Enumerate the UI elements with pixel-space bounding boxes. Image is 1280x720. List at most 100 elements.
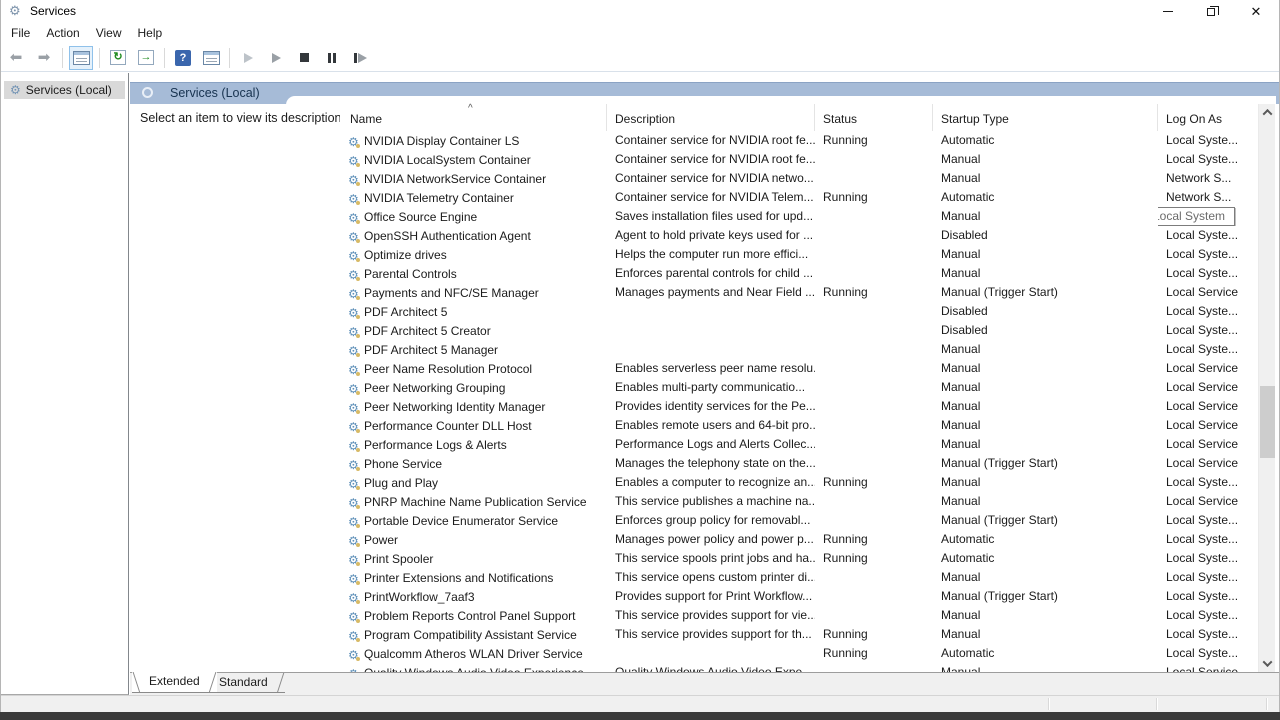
service-description: Enables serverless peer name resolu... bbox=[607, 359, 815, 378]
chevron-up-icon bbox=[1263, 109, 1273, 119]
service-row[interactable]: ⚙ Printer Extensions and Notifications T… bbox=[340, 568, 1258, 587]
service-row[interactable]: ⚙ Payments and NFC/SE Manager Manages pa… bbox=[340, 283, 1258, 302]
service-gear-icon: ⚙ bbox=[348, 307, 359, 319]
service-description: Manages payments and Near Field ... bbox=[607, 283, 815, 302]
service-row[interactable]: ⚙ Parental Controls Enforces parental co… bbox=[340, 264, 1258, 283]
forward-button[interactable]: ➡ bbox=[32, 46, 56, 70]
export-list-button[interactable]: → bbox=[134, 46, 158, 70]
service-status bbox=[815, 511, 933, 530]
service-description bbox=[607, 321, 815, 340]
service-log-on-as: Local Syste... bbox=[1158, 568, 1258, 587]
scroll-up-button[interactable] bbox=[1259, 104, 1276, 121]
service-startup-type: Manual bbox=[933, 245, 1158, 264]
service-row[interactable]: ⚙ PDF Architect 5 Manager Manual Local S… bbox=[340, 340, 1258, 359]
start-service-button-disabled[interactable] bbox=[236, 46, 260, 70]
service-description: Performance Logs and Alerts Collec... bbox=[607, 435, 815, 454]
window-controls: ✕ bbox=[1146, 0, 1278, 22]
service-row[interactable]: ⚙ Program Compatibility Assistant Servic… bbox=[340, 625, 1258, 644]
back-button[interactable]: ⬅ bbox=[4, 46, 28, 70]
service-status bbox=[815, 226, 933, 245]
service-name: Qualcomm Atheros WLAN Driver Service bbox=[364, 647, 583, 661]
service-gear-icon: ⚙ bbox=[348, 573, 359, 585]
service-row[interactable]: ⚙ PrintWorkflow_7aaf3 Provides support f… bbox=[340, 587, 1258, 606]
service-startup-type: Disabled bbox=[933, 321, 1158, 340]
service-row[interactable]: ⚙ Peer Networking Grouping Enables multi… bbox=[340, 378, 1258, 397]
refresh-button[interactable]: ↻ bbox=[106, 46, 130, 70]
column-header-startup-type[interactable]: Startup Type bbox=[933, 104, 1158, 131]
service-row[interactable]: ⚙ PDF Architect 5 Creator Disabled Local… bbox=[340, 321, 1258, 340]
column-header-name[interactable]: Name ^ bbox=[340, 104, 607, 131]
service-row[interactable]: ⚙ Performance Logs & Alerts Performance … bbox=[340, 435, 1258, 454]
service-status bbox=[815, 150, 933, 169]
service-row[interactable]: ⚙ Problem Reports Control Panel Support … bbox=[340, 606, 1258, 625]
service-description: Container service for NVIDIA Telem... bbox=[607, 188, 815, 207]
service-name: Parental Controls bbox=[364, 267, 457, 281]
service-gear-icon: ⚙ bbox=[348, 364, 359, 376]
pause-service-button[interactable] bbox=[320, 46, 344, 70]
start-service-button[interactable] bbox=[264, 46, 288, 70]
view-tab-strip: Extended Standard bbox=[130, 672, 1279, 695]
column-header-status[interactable]: Status bbox=[815, 104, 933, 131]
service-row[interactable]: ⚙ PDF Architect 5 Disabled Local Syste..… bbox=[340, 302, 1258, 321]
service-gear-icon: ⚙ bbox=[348, 326, 359, 338]
service-gear-icon: ⚙ bbox=[348, 174, 359, 186]
service-row[interactable]: ⚙ Peer Name Resolution Protocol Enables … bbox=[340, 359, 1258, 378]
service-name: NVIDIA Display Container LS bbox=[364, 134, 519, 148]
service-row[interactable]: ⚙ NVIDIA NetworkService Container Contai… bbox=[340, 169, 1258, 188]
service-name: PNRP Machine Name Publication Service bbox=[364, 495, 587, 509]
scrollbar-thumb[interactable] bbox=[1260, 386, 1275, 458]
restart-service-button[interactable] bbox=[348, 46, 372, 70]
service-gear-icon: ⚙ bbox=[348, 554, 359, 566]
service-startup-type: Disabled bbox=[933, 226, 1158, 245]
tab-extended-label: Extended bbox=[149, 674, 200, 688]
service-row[interactable]: ⚙ Qualcomm Atheros WLAN Driver Service R… bbox=[340, 644, 1258, 663]
service-row[interactable]: ⚙ Plug and Play Enables a computer to re… bbox=[340, 473, 1258, 492]
menu-view[interactable]: View bbox=[88, 23, 130, 43]
service-row[interactable]: ⚙ OpenSSH Authentication Agent Agent to … bbox=[340, 226, 1258, 245]
tab-extended[interactable]: Extended bbox=[132, 672, 217, 693]
service-name: Portable Device Enumerator Service bbox=[364, 514, 558, 528]
service-gear-icon: ⚙ bbox=[348, 516, 359, 528]
service-description: Enforces group policy for removabl... bbox=[607, 511, 815, 530]
service-row[interactable]: ⚙ NVIDIA Telemetry Container Container s… bbox=[340, 188, 1258, 207]
service-row[interactable]: ⚙ Optimize drives Helps the computer run… bbox=[340, 245, 1258, 264]
back-arrow-icon: ⬅ bbox=[10, 50, 23, 66]
service-row[interactable]: ⚙ Quality Windows Audio Video Experience… bbox=[340, 663, 1258, 672]
show-console-tree-button[interactable] bbox=[69, 46, 93, 70]
service-name: Office Source Engine bbox=[364, 210, 477, 224]
menu-help[interactable]: Help bbox=[130, 23, 171, 43]
column-header-log-on-as[interactable]: Log On As bbox=[1158, 104, 1258, 131]
service-row[interactable]: ⚙ NVIDIA Display Container LS Container … bbox=[340, 131, 1258, 150]
service-description: This service provides support for th... bbox=[607, 625, 815, 644]
stop-service-button[interactable] bbox=[292, 46, 316, 70]
service-row[interactable]: ⚙ Phone Service Manages the telephony st… bbox=[340, 454, 1258, 473]
menu-action[interactable]: Action bbox=[38, 23, 87, 43]
service-description: Provides support for Print Workflow... bbox=[607, 587, 815, 606]
sidebar-item-services-local[interactable]: ⚙ Services (Local) bbox=[4, 81, 125, 99]
service-row[interactable]: ⚙ Power Manages power policy and power p… bbox=[340, 530, 1258, 549]
window-border-left bbox=[0, 0, 1, 712]
menu-file[interactable]: File bbox=[3, 23, 38, 43]
tab-standard-label: Standard bbox=[219, 675, 268, 689]
service-row[interactable]: ⚙ Portable Device Enumerator Service Enf… bbox=[340, 511, 1258, 530]
service-row[interactable]: ⚙ PNRP Machine Name Publication Service … bbox=[340, 492, 1258, 511]
service-row[interactable]: ⚙ Peer Networking Identity Manager Provi… bbox=[340, 397, 1258, 416]
column-header-description[interactable]: Description bbox=[607, 104, 815, 131]
service-name: Peer Name Resolution Protocol bbox=[364, 362, 532, 376]
service-gear-icon: ⚙ bbox=[348, 250, 359, 262]
service-row[interactable]: ⚙ Performance Counter DLL Host Enables r… bbox=[340, 416, 1258, 435]
list-column-headers: Name ^ Description Status Startup Type L… bbox=[340, 104, 1258, 131]
restore-button[interactable] bbox=[1190, 0, 1234, 22]
service-row[interactable]: ⚙ NVIDIA LocalSystem Container Container… bbox=[340, 150, 1258, 169]
service-row[interactable]: ⚙ Office Source Engine Saves installatio… bbox=[340, 207, 1258, 226]
service-row[interactable]: ⚙ Print Spooler This service spools prin… bbox=[340, 549, 1258, 568]
minimize-button[interactable] bbox=[1146, 0, 1190, 22]
service-status: Running bbox=[815, 283, 933, 302]
properties-window-button[interactable] bbox=[199, 46, 223, 70]
scroll-down-button[interactable] bbox=[1259, 655, 1276, 672]
help-button[interactable]: ? bbox=[171, 46, 195, 70]
vertical-scrollbar[interactable] bbox=[1258, 104, 1275, 672]
close-button[interactable]: ✕ bbox=[1234, 0, 1278, 22]
service-log-on-as: Local Service bbox=[1158, 435, 1258, 454]
service-name: NVIDIA LocalSystem Container bbox=[364, 153, 531, 167]
